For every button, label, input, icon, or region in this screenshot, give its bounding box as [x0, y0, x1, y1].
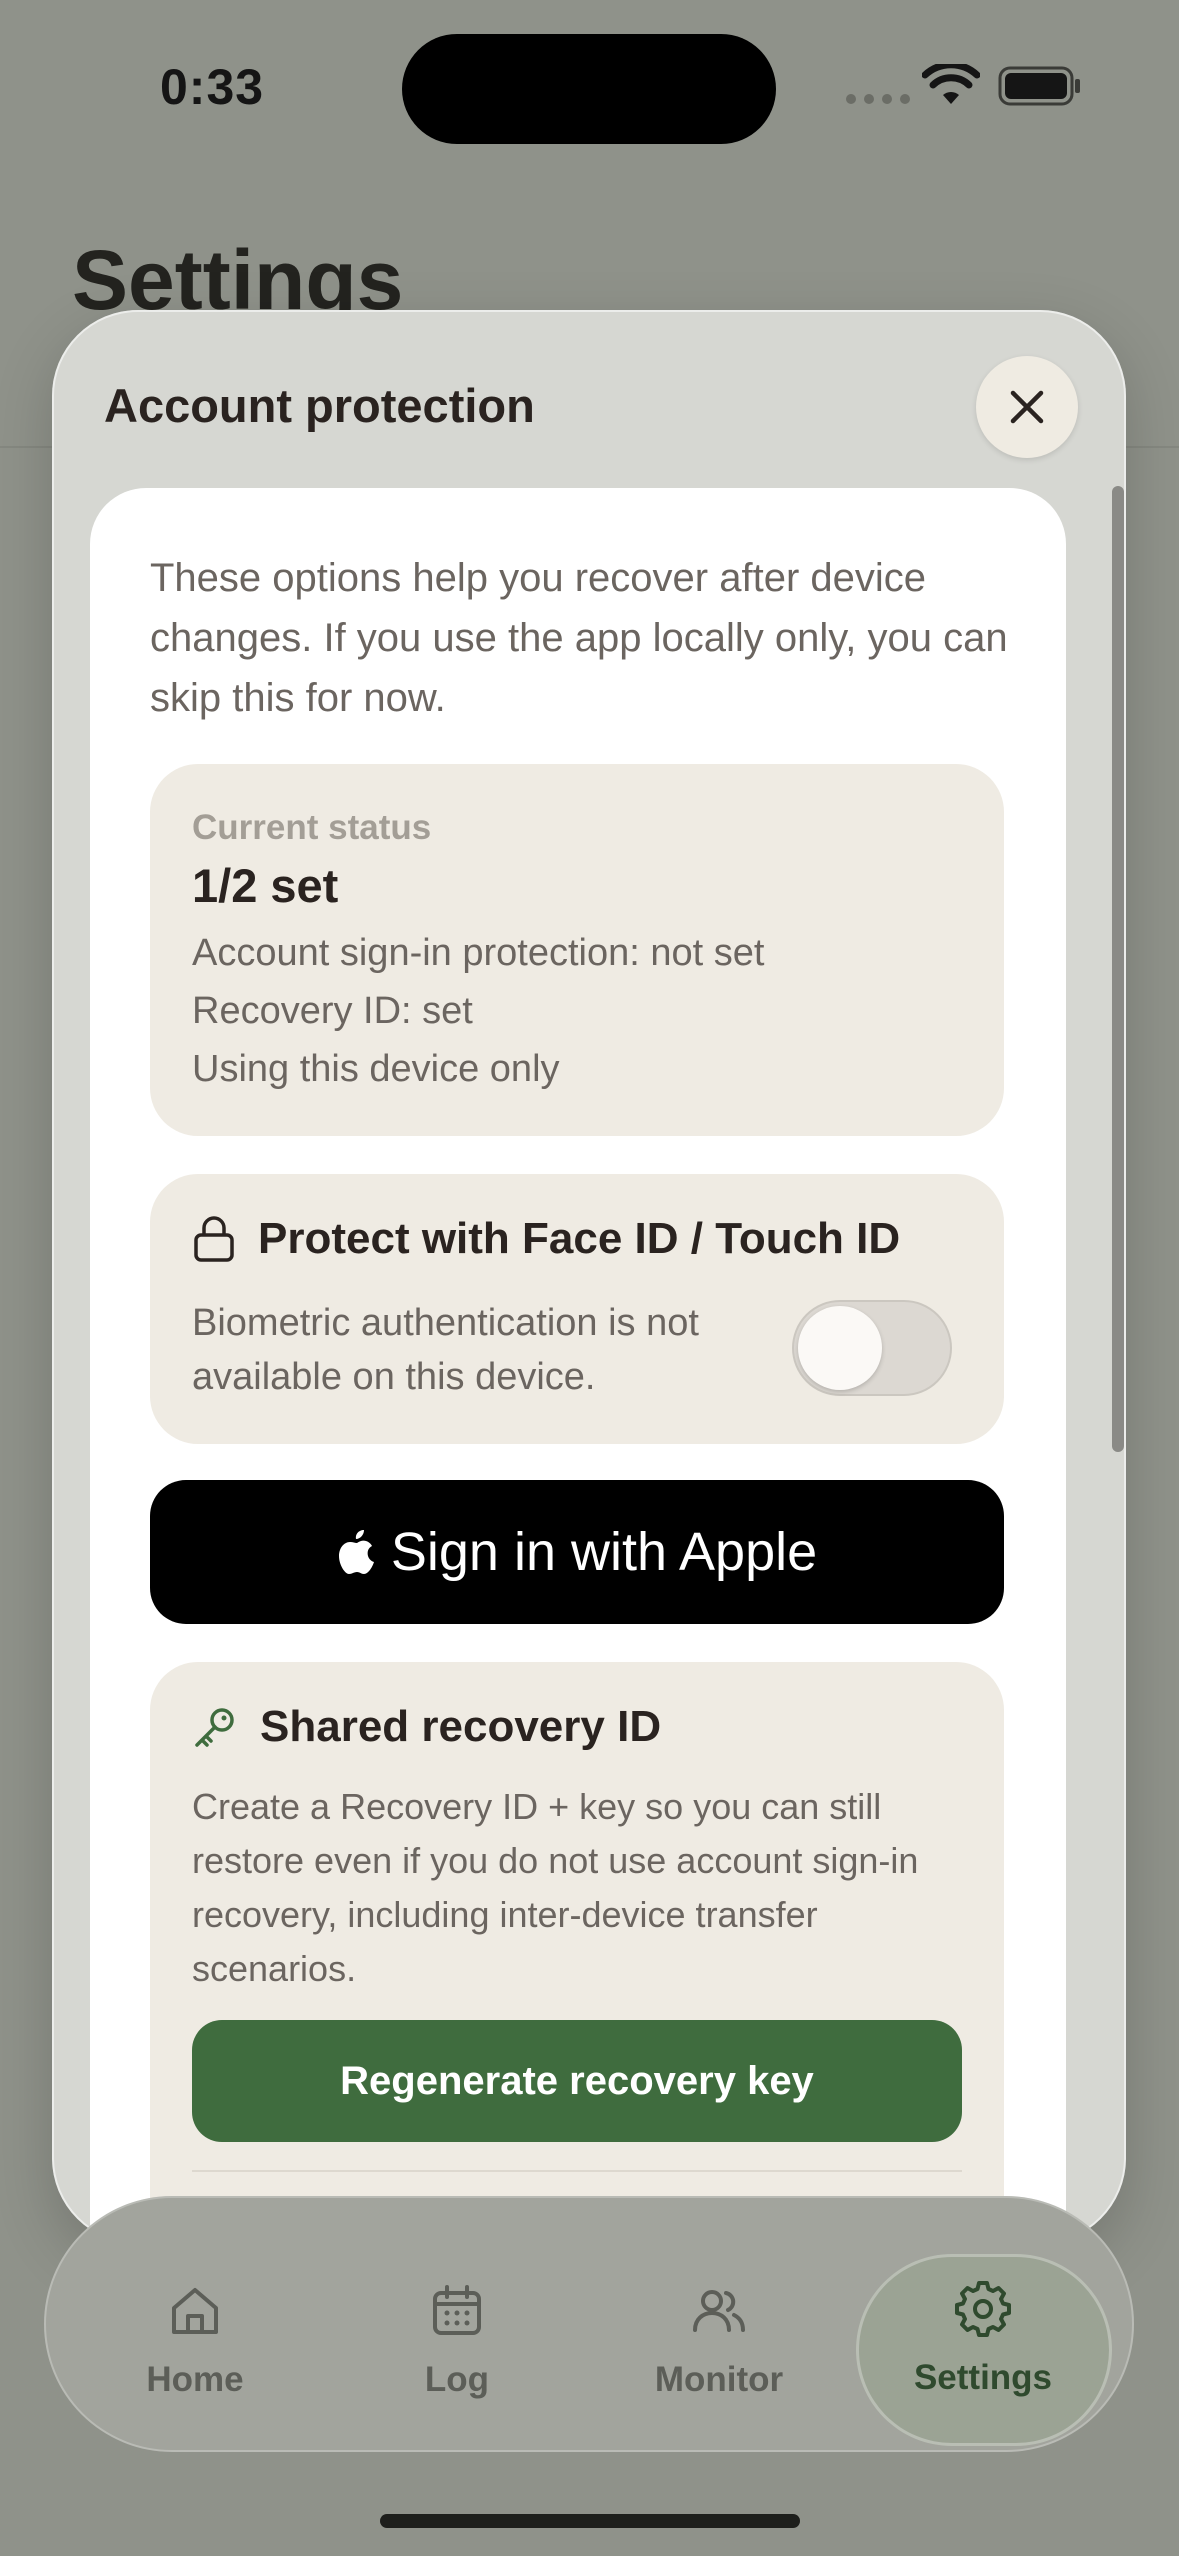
- recovery-description: Create a Recovery ID + key so you can st…: [192, 1786, 919, 1989]
- status-line-device: Using this device only: [192, 1048, 560, 1090]
- sign-in-with-apple-button[interactable]: Sign in with Apple: [150, 1480, 1004, 1624]
- apple-icon: [338, 1530, 374, 1574]
- scrollbar[interactable]: [1112, 486, 1124, 1452]
- tab-monitor[interactable]: Monitor: [588, 2196, 850, 2452]
- lock-icon: [194, 1216, 234, 1262]
- wifi-icon: [922, 64, 980, 104]
- biometric-toggle[interactable]: [792, 1300, 952, 1396]
- toggle-knob: [798, 1306, 882, 1390]
- tab-home[interactable]: Home: [64, 2196, 326, 2452]
- recovery-panel: Shared recovery ID Create a Recovery ID …: [150, 1662, 1004, 2244]
- biometric-description: Biometric authentication is not availabl…: [192, 1302, 699, 1398]
- tab-bar: Home Log Monitor Settings: [44, 2196, 1134, 2452]
- status-value: 1/2 set: [192, 859, 339, 912]
- tab-log[interactable]: Log: [326, 2196, 588, 2452]
- status-time: 0:33: [160, 59, 265, 115]
- status-bar: 0:33: [0, 0, 1179, 180]
- biometric-panel: Protect with Face ID / Touch ID Biometri…: [150, 1174, 1004, 1444]
- apple-button-label: Sign in with Apple: [390, 1522, 818, 1582]
- regenerate-recovery-key-button[interactable]: Regenerate recovery key: [192, 2020, 962, 2142]
- tab-settings[interactable]: Settings: [852, 2196, 1114, 2452]
- status-line-signin: Account sign-in protection: not set: [192, 932, 765, 974]
- gear-icon: [955, 2281, 1011, 2337]
- cellular-icon: [846, 94, 910, 104]
- biometric-title: Protect with Face ID / Touch ID: [258, 1214, 901, 1263]
- regenerate-button-label: Regenerate recovery key: [340, 2058, 814, 2103]
- home-indicator: [380, 2514, 800, 2528]
- biometric-header: Protect with Face ID / Touch ID: [192, 1214, 900, 1264]
- close-icon: [1010, 390, 1044, 424]
- key-icon: [195, 1708, 234, 1747]
- recovery-header: Shared recovery ID: [192, 1702, 661, 1752]
- tab-home-label: Home: [146, 2360, 244, 2399]
- battery-icon: [998, 66, 1080, 106]
- sheet-title: Account protection: [104, 379, 535, 432]
- intro-text: These options help you recover after dev…: [150, 556, 1008, 720]
- status-line-recovery: Recovery ID: set: [192, 990, 473, 1032]
- status-label: Current status: [192, 808, 432, 847]
- status-panel: Current status 1/2 set Account sign-in p…: [150, 764, 1004, 1136]
- tab-settings-label: Settings: [913, 2358, 1053, 2397]
- recovery-title: Shared recovery ID: [260, 1702, 662, 1751]
- calendar-icon: [433, 2285, 481, 2335]
- home-icon: [172, 2288, 218, 2334]
- tab-log-label: Log: [424, 2360, 490, 2399]
- account-protection-sheet: Account protection These options help yo…: [52, 310, 1126, 2244]
- dynamic-island: [402, 34, 776, 144]
- people-icon: [693, 2290, 745, 2332]
- close-button[interactable]: [976, 356, 1078, 458]
- recovery-divider: [192, 2170, 962, 2172]
- sheet-content: These options help you recover after dev…: [90, 488, 1066, 2244]
- tab-monitor-label: Monitor: [654, 2360, 784, 2399]
